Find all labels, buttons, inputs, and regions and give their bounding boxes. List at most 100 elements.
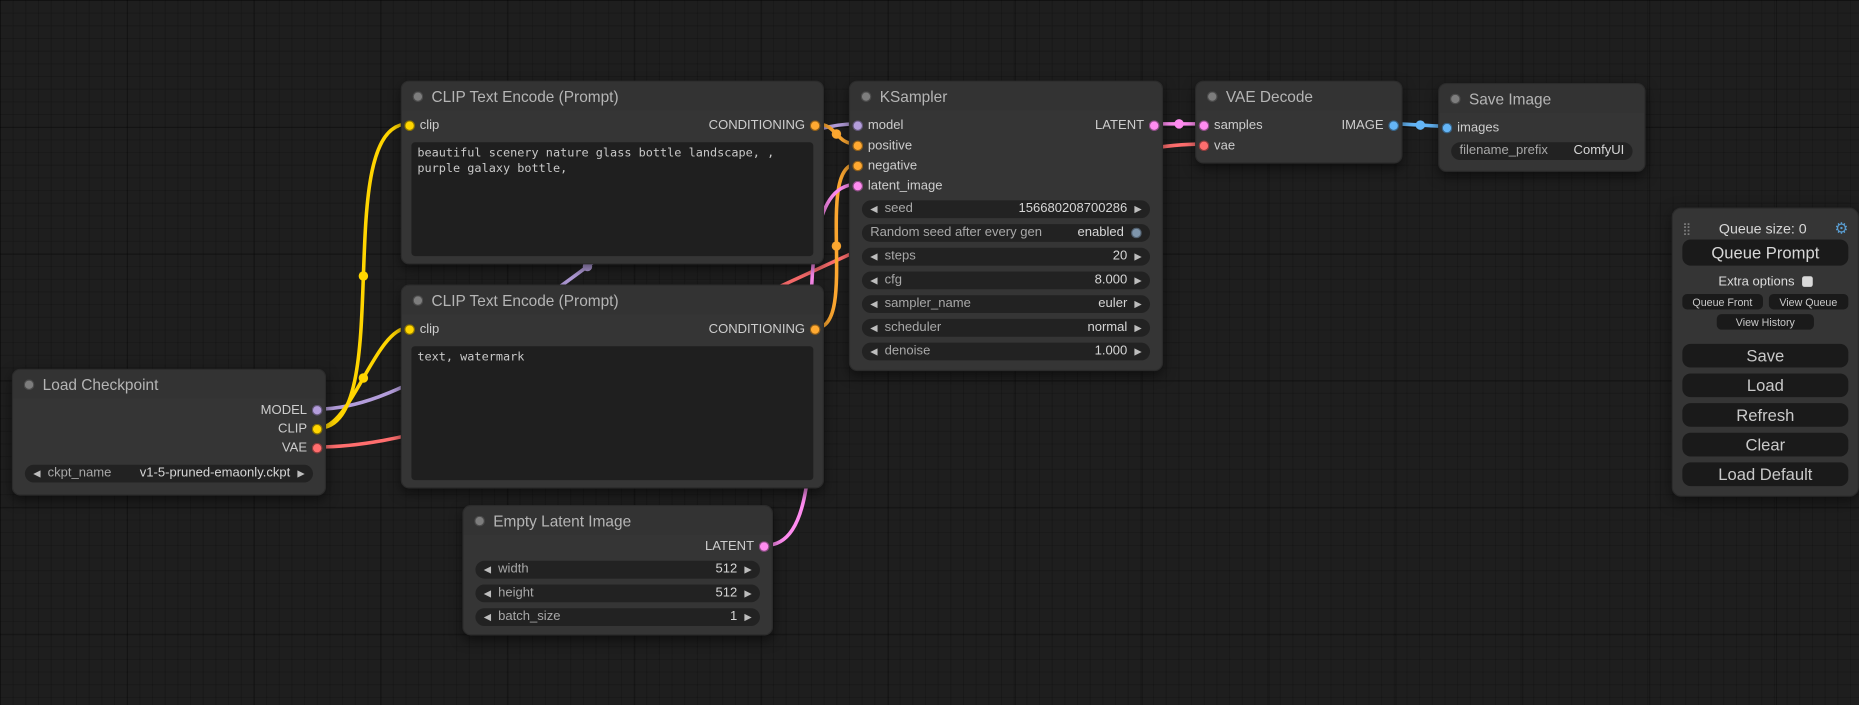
latent-image-input-dot[interactable]: [852, 180, 863, 191]
negative-prompt-textarea[interactable]: text, watermark: [411, 346, 813, 480]
vae-output-dot[interactable]: [312, 443, 323, 454]
vae-input-dot[interactable]: [1199, 140, 1210, 151]
output-label: MODEL: [261, 403, 307, 417]
drag-handle-icon[interactable]: ⣿: [1682, 222, 1691, 235]
arrow-right-icon[interactable]: ▶: [744, 584, 751, 602]
arrow-left-icon[interactable]: ◀: [484, 561, 491, 579]
output-label: CONDITIONING: [709, 118, 805, 132]
negative-input-dot[interactable]: [852, 160, 863, 171]
queue-front-button[interactable]: Queue Front: [1682, 294, 1762, 309]
link-midpoint-dot[interactable]: [359, 373, 368, 382]
cfg-widget[interactable]: ◀ cfg 8.000 ▶: [862, 272, 1150, 290]
arrow-right-icon[interactable]: ▶: [744, 608, 751, 626]
arrow-left-icon[interactable]: ◀: [484, 584, 491, 602]
view-queue-button[interactable]: View Queue: [1768, 294, 1848, 309]
node-graph-canvas[interactable]: Load Checkpoint MODEL CLIP VAE ◀ ckpt_na…: [0, 0, 1859, 705]
node-clip-text-encode-negative[interactable]: CLIP Text Encode (Prompt) clip CONDITION…: [401, 285, 824, 489]
sampler-name-widget[interactable]: ◀ sampler_name euler ▶: [862, 295, 1150, 313]
random-seed-toggle-widget[interactable]: Random seed after every gen enabled: [862, 224, 1150, 242]
node-title-bar[interactable]: CLIP Text Encode (Prompt): [402, 82, 823, 110]
arrow-left-icon[interactable]: ◀: [33, 465, 40, 483]
view-history-button[interactable]: View History: [1717, 314, 1814, 329]
widget-value: 512: [715, 561, 737, 579]
link-midpoint-dot[interactable]: [1174, 119, 1183, 128]
conditioning-output-dot[interactable]: [810, 120, 821, 131]
height-widget[interactable]: ◀ height 512 ▶: [475, 584, 760, 602]
clip-input-dot[interactable]: [404, 120, 415, 131]
collapse-dot-icon[interactable]: [1207, 91, 1218, 102]
widget-label: scheduler: [885, 319, 942, 337]
save-button[interactable]: Save: [1682, 344, 1848, 368]
node-ksampler[interactable]: KSampler model LATENT positive negative …: [849, 81, 1163, 371]
node-title-bar[interactable]: Load Checkpoint: [13, 370, 325, 398]
positive-prompt-textarea[interactable]: beautiful scenery nature glass bottle la…: [411, 142, 813, 256]
settings-gear-icon[interactable]: ⚙: [1835, 219, 1849, 238]
latent-output-dot[interactable]: [1149, 120, 1160, 131]
node-title-bar[interactable]: VAE Decode: [1196, 82, 1401, 110]
collapse-dot-icon[interactable]: [861, 91, 872, 102]
images-input-dot[interactable]: [1442, 122, 1453, 133]
positive-input-dot[interactable]: [852, 140, 863, 151]
input-label: latent_image: [868, 178, 943, 192]
image-output-dot[interactable]: [1388, 120, 1399, 131]
link-midpoint-dot[interactable]: [1416, 120, 1425, 129]
link-midpoint-dot[interactable]: [832, 241, 841, 250]
model-output-dot[interactable]: [312, 405, 323, 416]
node-vae-decode[interactable]: VAE Decode samples IMAGE vae: [1195, 81, 1402, 164]
link-midpoint-dot[interactable]: [832, 129, 841, 138]
collapse-dot-icon[interactable]: [1450, 93, 1461, 104]
collapse-dot-icon[interactable]: [24, 379, 35, 390]
refresh-button[interactable]: Refresh: [1682, 403, 1848, 427]
arrow-right-icon[interactable]: ▶: [1134, 295, 1141, 313]
batch-size-widget[interactable]: ◀ batch_size 1 ▶: [475, 608, 760, 626]
arrow-left-icon[interactable]: ◀: [870, 343, 877, 361]
clear-button[interactable]: Clear: [1682, 433, 1848, 457]
node-title-bar[interactable]: CLIP Text Encode (Prompt): [402, 286, 823, 314]
arrow-right-icon[interactable]: ▶: [297, 465, 304, 483]
queue-prompt-button[interactable]: Queue Prompt: [1682, 239, 1848, 265]
collapse-dot-icon[interactable]: [413, 91, 424, 102]
node-title-bar[interactable]: Save Image: [1439, 84, 1644, 112]
widget-value: euler: [1098, 295, 1127, 313]
toggle-dot[interactable]: [1131, 228, 1142, 239]
samples-input-dot[interactable]: [1199, 120, 1210, 131]
ckpt-name-widget[interactable]: ◀ ckpt_name v1-5-pruned-emaonly.ckpt ▶: [25, 465, 313, 483]
denoise-widget[interactable]: ◀ denoise 1.000 ▶: [862, 343, 1150, 361]
filename-prefix-widget[interactable]: filename_prefix ComfyUI: [1451, 142, 1632, 160]
extra-options-checkbox[interactable]: [1802, 276, 1813, 287]
steps-widget[interactable]: ◀ steps 20 ▶: [862, 248, 1150, 266]
arrow-right-icon[interactable]: ▶: [1134, 343, 1141, 361]
width-widget[interactable]: ◀ width 512 ▶: [475, 561, 760, 579]
node-load-checkpoint[interactable]: Load Checkpoint MODEL CLIP VAE ◀ ckpt_na…: [12, 369, 326, 496]
node-save-image[interactable]: Save Image images filename_prefix ComfyU…: [1438, 83, 1645, 172]
node-title: CLIP Text Encode (Prompt): [432, 87, 619, 105]
node-empty-latent-image[interactable]: Empty Latent Image LATENT ◀ width 512 ▶ …: [462, 505, 773, 635]
clip-output-dot[interactable]: [312, 424, 323, 435]
seed-widget[interactable]: ◀ seed 156680208700286 ▶: [862, 200, 1150, 218]
collapse-dot-icon[interactable]: [413, 295, 424, 306]
arrow-right-icon[interactable]: ▶: [1134, 200, 1141, 218]
collapse-dot-icon[interactable]: [474, 515, 485, 526]
scheduler-widget[interactable]: ◀ scheduler normal ▶: [862, 319, 1150, 337]
node-title-bar[interactable]: KSampler: [850, 82, 1162, 110]
node-clip-text-encode-positive[interactable]: CLIP Text Encode (Prompt) clip CONDITION…: [401, 81, 824, 265]
arrow-right-icon[interactable]: ▶: [1134, 319, 1141, 337]
clip-input-dot[interactable]: [404, 324, 415, 335]
conditioning-output-dot[interactable]: [810, 324, 821, 335]
node-title-bar[interactable]: Empty Latent Image: [464, 506, 772, 534]
arrow-left-icon[interactable]: ◀: [870, 200, 877, 218]
model-input-dot[interactable]: [852, 120, 863, 131]
arrow-right-icon[interactable]: ▶: [744, 561, 751, 579]
arrow-left-icon[interactable]: ◀: [870, 272, 877, 290]
load-default-button[interactable]: Load Default: [1682, 462, 1848, 486]
load-button[interactable]: Load: [1682, 373, 1848, 397]
arrow-left-icon[interactable]: ◀: [484, 608, 491, 626]
latent-output-dot[interactable]: [759, 541, 770, 552]
arrow-left-icon[interactable]: ◀: [870, 319, 877, 337]
link-midpoint-dot[interactable]: [359, 271, 368, 280]
arrow-left-icon[interactable]: ◀: [870, 295, 877, 313]
arrow-right-icon[interactable]: ▶: [1134, 272, 1141, 290]
widget-value: 156680208700286: [1019, 200, 1128, 218]
arrow-left-icon[interactable]: ◀: [870, 248, 877, 266]
arrow-right-icon[interactable]: ▶: [1134, 248, 1141, 266]
